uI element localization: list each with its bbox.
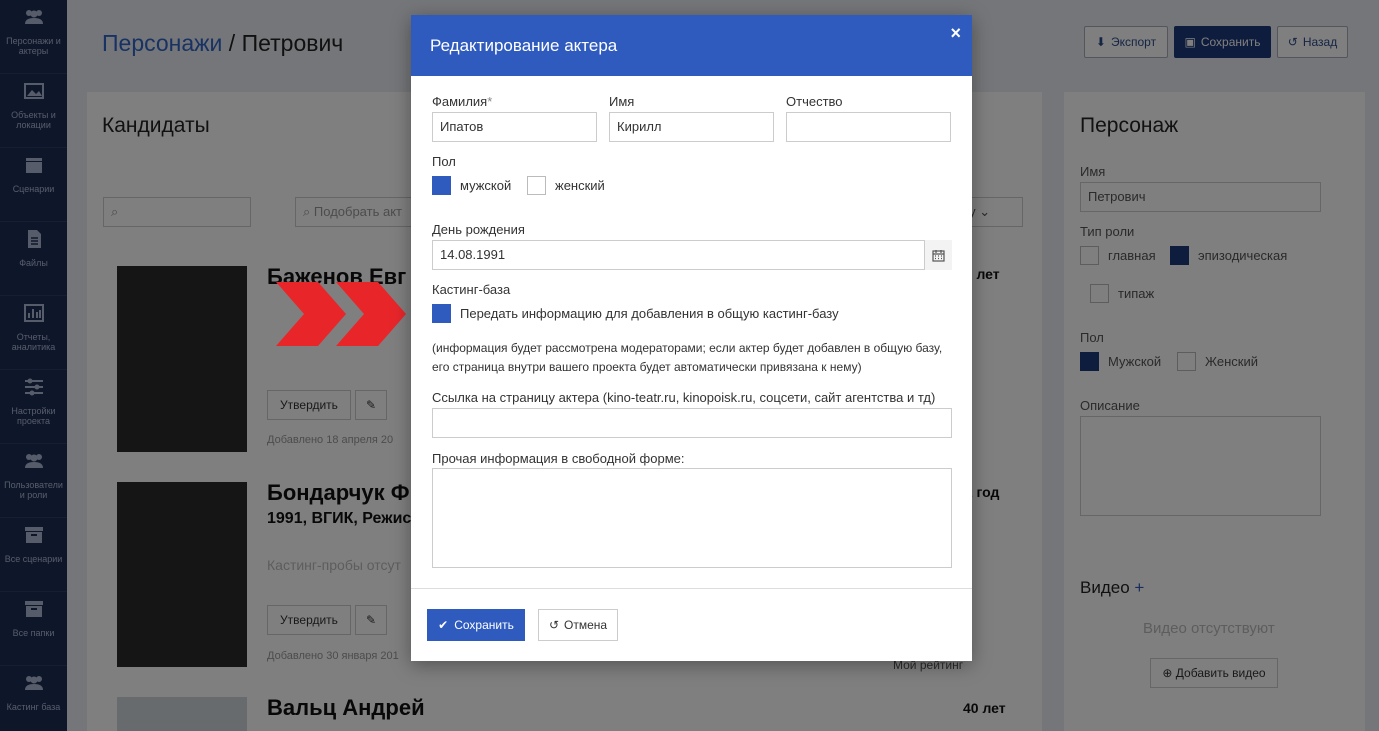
casting-note-line-2: его страница внутри вашего проекта будет… — [432, 360, 862, 374]
lastname-label: Фамилия* — [432, 94, 492, 109]
birthday-label: День рождения — [432, 222, 525, 237]
gender-female-label: женский — [555, 178, 605, 193]
close-icon[interactable]: × — [950, 23, 961, 44]
required-mark: * — [487, 94, 493, 109]
undo-icon: ↺ — [548, 618, 559, 632]
edit-actor-modal: Редактирование актера × Фамилия* Ипатов … — [411, 15, 972, 661]
firstname-input[interactable]: Кирилл — [609, 112, 774, 142]
link-input[interactable] — [432, 408, 952, 438]
modal-save-label: Сохранить — [454, 618, 514, 632]
patronymic-input[interactable] — [786, 112, 951, 142]
birthday-input[interactable]: 14.08.1991 — [432, 240, 952, 270]
calendar-icon[interactable] — [924, 240, 952, 270]
link-label: Ссылка на страницу актера (kino-teatr.ru… — [432, 390, 936, 405]
casting-checkbox[interactable] — [432, 304, 451, 323]
casting-checkbox-label: Передать информацию для добавления в общ… — [460, 306, 839, 321]
gender-female-checkbox[interactable] — [527, 176, 546, 195]
lastname-input[interactable]: Ипатов — [432, 112, 597, 142]
gender-male-label: мужской — [460, 178, 512, 193]
casting-label: Кастинг-база — [432, 282, 511, 297]
other-info-label: Прочая информация в свободной форме: — [432, 451, 685, 466]
red-arrows-icon — [276, 282, 406, 346]
birthday-value: 14.08.1991 — [440, 247, 506, 262]
modal-footer-divider — [411, 588, 972, 589]
gender-male-checkbox[interactable] — [432, 176, 451, 195]
modal-cancel-button[interactable]: ↺ Отмена — [538, 609, 618, 641]
gender-label: Пол — [432, 154, 456, 169]
modal-title: Редактирование актера — [430, 36, 618, 55]
lastname-label-text: Фамилия — [432, 94, 488, 109]
modal-cancel-label: Отмена — [564, 618, 608, 632]
firstname-label: Имя — [609, 94, 635, 109]
modal-save-button[interactable]: ✔ Сохранить — [427, 609, 525, 641]
other-info-textarea[interactable] — [432, 468, 952, 568]
patronymic-label: Отчество — [786, 94, 843, 109]
modal-header: Редактирование актера × — [411, 15, 972, 76]
casting-note-line-1: (информация будет рассмотрена модератора… — [432, 341, 943, 355]
check-icon: ✔ — [438, 618, 449, 632]
